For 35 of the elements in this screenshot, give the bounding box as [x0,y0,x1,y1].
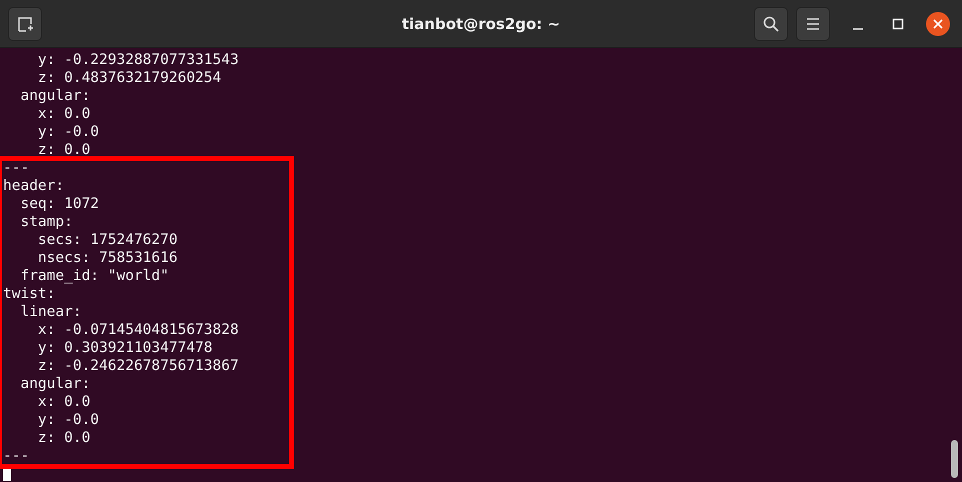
terminal-line: frame_id: "world" [19,267,169,285]
terminal-line: header: [3,177,64,195]
terminal-line: y: -0.0 [36,411,100,429]
new-tab-icon [16,14,34,32]
terminal-line: z: -0.24622678756713867 [36,357,239,375]
terminal-line: --- [3,159,30,177]
terminal-line: x: 0.0 [36,105,90,123]
minimize-icon [853,28,863,30]
terminal-line: angular: [19,87,90,105]
terminal-line: twist: [3,285,56,303]
terminal-line: z: 0.0 [36,429,90,447]
scrollbar-thumb[interactable] [951,440,958,478]
maximize-icon [892,18,904,30]
close-button[interactable] [926,12,950,36]
terminal-line: stamp: [19,213,73,231]
terminal-line: --- [3,447,30,465]
terminal-line: x: 0.0 [36,393,90,411]
terminal-line: y: -0.0 [36,123,100,141]
terminal-line: nsecs: 758531616 [36,249,178,267]
terminal-line: y: 0.303921103477478 [36,339,213,357]
terminal-line: z: 0.0 [36,141,90,159]
close-icon [933,18,943,28]
menu-button[interactable] [796,6,830,40]
terminal-line: x: -0.07145404815673828 [36,321,239,339]
terminal-line: angular: [19,375,90,393]
menu-icon [805,16,821,30]
terminal-line: z: 0.4837632179260254 [36,69,222,87]
terminal-line: seq: 1072 [19,195,100,213]
new-tab-button[interactable] [8,6,42,40]
terminal-line: secs: 1752476270 [36,231,178,249]
search-icon [762,14,780,32]
terminal-line: y: -0.22932887077331543 [36,51,239,69]
window-title: tianbot@ros2go: ~ [402,14,560,32]
search-button[interactable] [754,6,788,40]
terminal-line: linear: [19,303,82,321]
